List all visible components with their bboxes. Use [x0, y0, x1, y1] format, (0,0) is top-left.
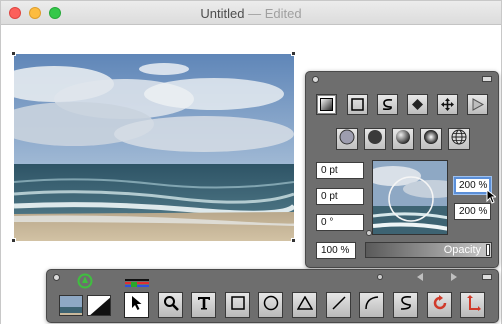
ellipse-icon — [263, 295, 279, 316]
plain-circle-button[interactable] — [336, 128, 358, 150]
resize-handle-bottom-left[interactable] — [11, 238, 16, 243]
palette-scroll-dot[interactable] — [377, 274, 383, 280]
rectangle-icon — [230, 295, 245, 315]
square-shape-icon — [351, 98, 364, 111]
document-name: Untitled — [200, 6, 245, 21]
solid-circle-icon — [367, 129, 383, 150]
rectangle-tool[interactable] — [225, 292, 250, 318]
rotate-tool[interactable] — [427, 292, 452, 318]
line-icon — [331, 295, 347, 316]
image-thumbnail[interactable] — [59, 295, 83, 316]
mouse-cursor-icon — [486, 188, 498, 209]
rotate-icon — [432, 294, 448, 316]
radial-shading-icon — [423, 129, 439, 150]
flip-arrows-icon — [465, 294, 481, 316]
arrow-pointer-icon — [131, 295, 143, 316]
edited-indicator: — Edited — [248, 6, 302, 21]
text-t-icon — [197, 296, 211, 315]
stroke-width-field[interactable]: 0 pt — [316, 162, 364, 179]
solid-circle-button[interactable] — [364, 128, 386, 150]
move-arrows-icon — [441, 98, 454, 111]
select-arrow-tool[interactable] — [124, 292, 149, 318]
stroke-fill-swatch[interactable] — [87, 295, 111, 316]
magnifier-icon — [163, 295, 179, 316]
style-panel: 0 pt 0 pt 0 ° 200 % 200 % 100 % Opacity — [305, 71, 499, 268]
title-bar[interactable]: Untitled — Edited — [1, 1, 501, 25]
arc-tool[interactable] — [359, 292, 384, 318]
panel-close-dot[interactable] — [312, 76, 319, 83]
tool-palette — [46, 269, 499, 323]
opacity-value-field[interactable]: 100 % — [316, 242, 356, 259]
gradient-preview[interactable] — [372, 160, 448, 235]
resize-handle-top-left[interactable] — [11, 51, 16, 56]
globe-icon — [451, 129, 467, 150]
triangle-tool[interactable] — [292, 292, 317, 318]
gradient-origin-dot[interactable] — [366, 230, 372, 236]
line-tool[interactable] — [326, 292, 351, 318]
arc-icon — [364, 295, 380, 316]
flip-tool[interactable] — [460, 292, 485, 318]
gradient-fill-icon — [320, 98, 333, 111]
diamond-icon — [411, 98, 424, 111]
diamond-button[interactable] — [407, 94, 428, 115]
plain-circle-icon — [339, 129, 355, 150]
ellipse-tool[interactable] — [258, 292, 283, 318]
resize-handle-bottom-right[interactable] — [291, 238, 296, 243]
beach-photo[interactable] — [14, 54, 294, 241]
app-logo-icon — [77, 273, 93, 294]
resize-handle-top-right[interactable] — [291, 51, 296, 56]
panel-collapse-button[interactable] — [482, 76, 492, 82]
freehand-tool[interactable] — [393, 292, 418, 318]
square-shape-button[interactable] — [347, 94, 368, 115]
palette-collapse-button[interactable] — [482, 274, 492, 280]
freehand-s-icon — [399, 295, 413, 316]
triangle-icon — [296, 295, 313, 315]
radial-shading-button[interactable] — [420, 128, 442, 150]
text-tool[interactable] — [191, 292, 216, 318]
freehand-curve-icon — [381, 98, 394, 111]
move-arrows-button[interactable] — [437, 94, 458, 115]
offset-field[interactable]: 0 pt — [316, 188, 364, 205]
opacity-slider[interactable]: Opacity — [365, 242, 492, 258]
angle-field[interactable]: 0 ° — [316, 214, 364, 231]
palette-close-dot[interactable] — [53, 274, 60, 281]
palette-next-arrow-icon[interactable] — [451, 273, 457, 281]
opacity-slider-knob[interactable] — [486, 244, 490, 256]
window-title: Untitled — Edited — [1, 6, 501, 21]
globe-button[interactable] — [448, 128, 470, 150]
play-triangle-button[interactable] — [467, 94, 488, 115]
palette-prev-arrow-icon[interactable] — [417, 273, 423, 281]
sphere-shading-icon — [395, 129, 411, 150]
gradient-fill-button[interactable] — [316, 94, 337, 115]
opacity-label: Opacity — [443, 244, 481, 256]
magnify-tool[interactable] — [158, 292, 183, 318]
play-triangle-icon — [471, 98, 484, 111]
sphere-shading-button[interactable] — [392, 128, 414, 150]
document-window: Untitled — Edited 0 pt 0 pt 0 ° 200 % 20… — [0, 0, 502, 324]
freehand-curve-button[interactable] — [377, 94, 398, 115]
